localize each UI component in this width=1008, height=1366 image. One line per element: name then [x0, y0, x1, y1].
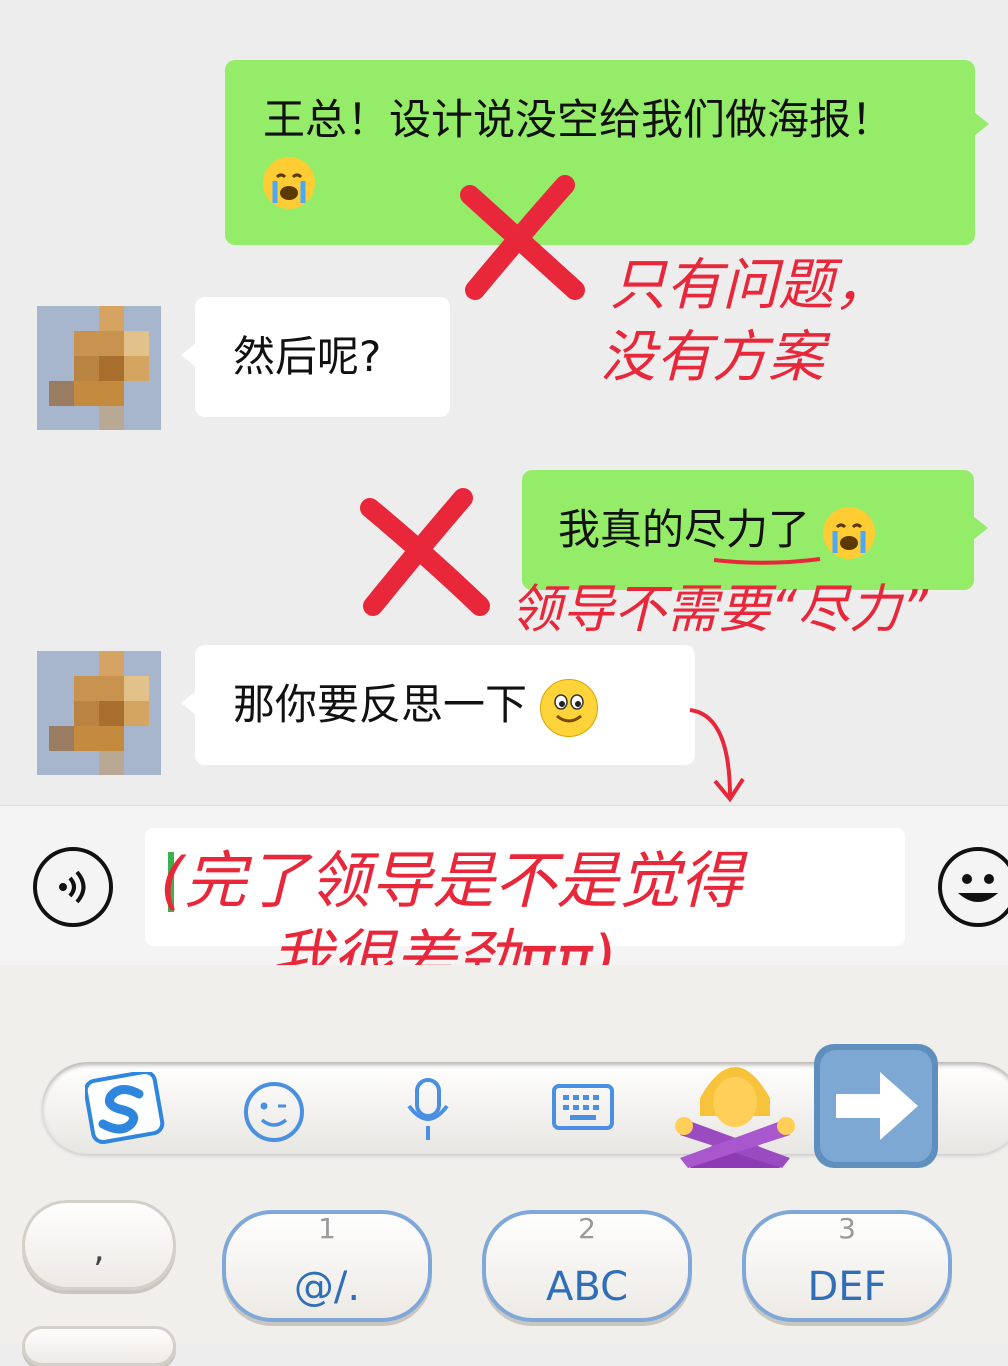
key-1[interactable]: 1 @/. — [222, 1210, 432, 1322]
message-text: 王总！设计说没空给我们做海报！ — [263, 90, 943, 210]
crying-face-icon — [263, 156, 315, 209]
message-text: 然后呢? — [233, 332, 382, 381]
smiling-face-icon — [540, 678, 599, 737]
emoji-icon[interactable] — [240, 1078, 308, 1146]
key-partial[interactable] — [22, 1326, 176, 1366]
key-3[interactable]: 3 DEF — [742, 1210, 952, 1322]
emoji-button[interactable] — [938, 847, 1008, 927]
crying-face-icon — [823, 506, 876, 559]
avatar[interactable] — [37, 306, 161, 430]
voice-button[interactable] — [33, 847, 113, 927]
emoji-icon — [958, 874, 998, 902]
message-bubble-sent[interactable]: 我真的尽力了 — [522, 470, 988, 590]
message-text: 那你要反思一下 — [233, 675, 599, 737]
microphone-icon[interactable] — [400, 1074, 456, 1144]
message-bubble-received[interactable]: 那你要反思一下 — [181, 645, 695, 765]
message-text-content: 王总！设计说没空给我们做海报！ — [263, 95, 894, 144]
message-text: 我真的尽力了 — [558, 500, 876, 560]
key-2[interactable]: 2 ABC — [482, 1210, 692, 1322]
key-comma[interactable]: , — [22, 1200, 176, 1290]
handwritten-note-problem: 只有问题， 没有方案 — [600, 253, 890, 390]
right-arrow-icon — [814, 1044, 938, 1168]
arrow-down-icon — [689, 708, 745, 803]
voice-icon — [59, 870, 86, 904]
person-gesturing-no-icon — [675, 1067, 795, 1168]
keyboard-icon[interactable] — [550, 1080, 616, 1136]
red-cross-mark-icon — [460, 175, 585, 300]
message-bubble-received[interactable]: 然后呢? — [181, 297, 450, 417]
chat-area: 王总！设计说没空给我们做海报！ 只有问题， 没有方案 然后呢? 我真的尽力了 领… — [0, 0, 1008, 805]
handwritten-note-effort: 领导不需要“尽力” — [510, 580, 928, 640]
sogou-logo-icon[interactable] — [85, 1072, 165, 1144]
message-text-content: 那你要反思一下 — [233, 680, 528, 729]
message-text-content: 我真的尽力了 — [558, 505, 811, 554]
underline-mark — [713, 557, 821, 565]
message-bubble-sent[interactable]: 王总！设计说没空给我们做海报！ — [225, 60, 989, 245]
red-cross-mark-icon — [360, 488, 490, 616]
avatar[interactable] — [37, 651, 161, 775]
